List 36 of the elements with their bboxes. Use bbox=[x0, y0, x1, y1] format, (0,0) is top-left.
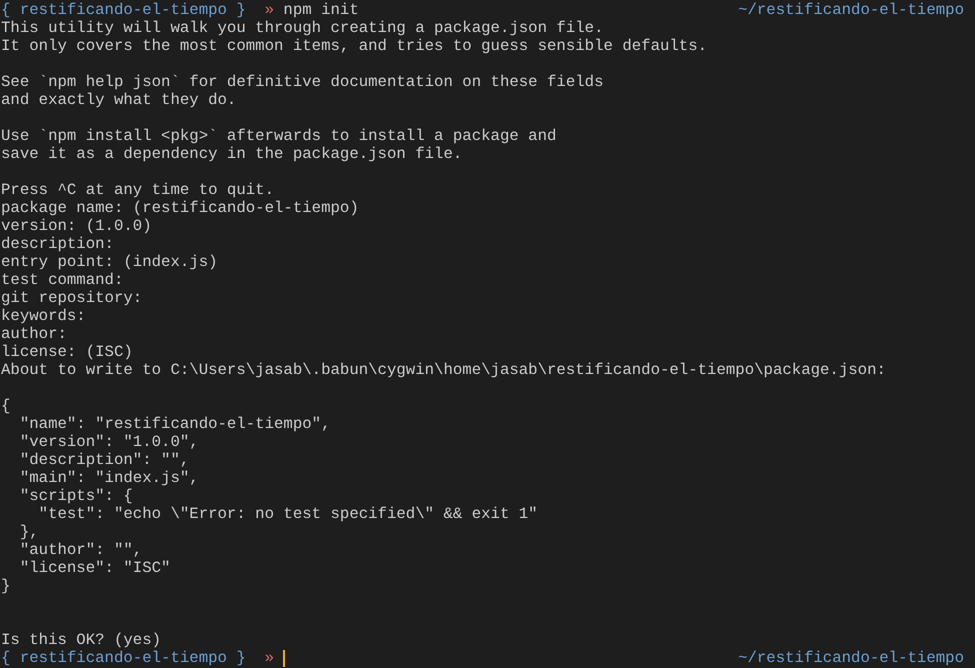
prompt-symbol: » bbox=[264, 649, 274, 667]
output-line: This utility will walk you through creating a package.json file. bbox=[1, 19, 604, 37]
output-line: keywords: bbox=[1, 307, 86, 325]
output-line: Use `npm install <pkg>` afterwards to install a package and bbox=[1, 127, 556, 145]
output-line: "name": "restificando-el-tiempo", bbox=[18, 415, 330, 433]
prompt-path: ~/restificando-el-tiempo bbox=[738, 1, 964, 19]
output-line: "version": "1.0.0", bbox=[18, 433, 199, 451]
output-line: Is this OK? (yes) bbox=[1, 631, 162, 649]
output-line: and exactly what they do. bbox=[1, 91, 236, 109]
output-line: "license": "ISC" bbox=[18, 559, 170, 577]
output-line: }, bbox=[18, 523, 39, 541]
output-line: "description": "", bbox=[18, 451, 190, 469]
output-line: license: (ISC) bbox=[1, 343, 133, 361]
output-line: "author": "", bbox=[18, 541, 142, 559]
output-line: Press ^C at any time to quit. bbox=[1, 181, 274, 199]
output-line: See `npm help json` for definitive documentation on these fields bbox=[1, 73, 604, 91]
output-line: test command: bbox=[1, 271, 124, 289]
output-line: git repository: bbox=[1, 289, 142, 307]
prompt-directory: { restificando-el-tiempo } bbox=[1, 1, 246, 19]
output-line: description: bbox=[1, 235, 114, 253]
output-line: "test": "echo \"Error: no test specified\" && exit 1" bbox=[38, 505, 538, 523]
output-line: author: bbox=[1, 325, 67, 343]
output-line: version: (1.0.0) bbox=[1, 217, 152, 235]
output-line: "main": "index.js", bbox=[18, 469, 199, 487]
output-line: "scripts": { bbox=[18, 487, 133, 505]
output-line: } bbox=[1, 577, 10, 595]
output-line: entry point: (index.js) bbox=[1, 253, 218, 271]
command-text: npm init bbox=[283, 1, 359, 19]
prompt-directory: { restificando-el-tiempo } bbox=[1, 649, 246, 667]
output-line: It only covers the most common items, and tries to guess sensible defaults. bbox=[1, 37, 708, 55]
output-line: package name: (restificando-el-tiempo) bbox=[1, 199, 359, 217]
output-line: { bbox=[1, 397, 10, 415]
prompt-path: ~/restificando-el-tiempo bbox=[738, 649, 964, 667]
prompt-symbol: » bbox=[264, 1, 274, 19]
output-line: About to write to C:\Users\jasab\.babun\cygwin\home\jasab\restificando-el-tiempo\package.json: bbox=[1, 361, 886, 379]
output-line: save it as a dependency in the package.json file. bbox=[1, 145, 462, 163]
